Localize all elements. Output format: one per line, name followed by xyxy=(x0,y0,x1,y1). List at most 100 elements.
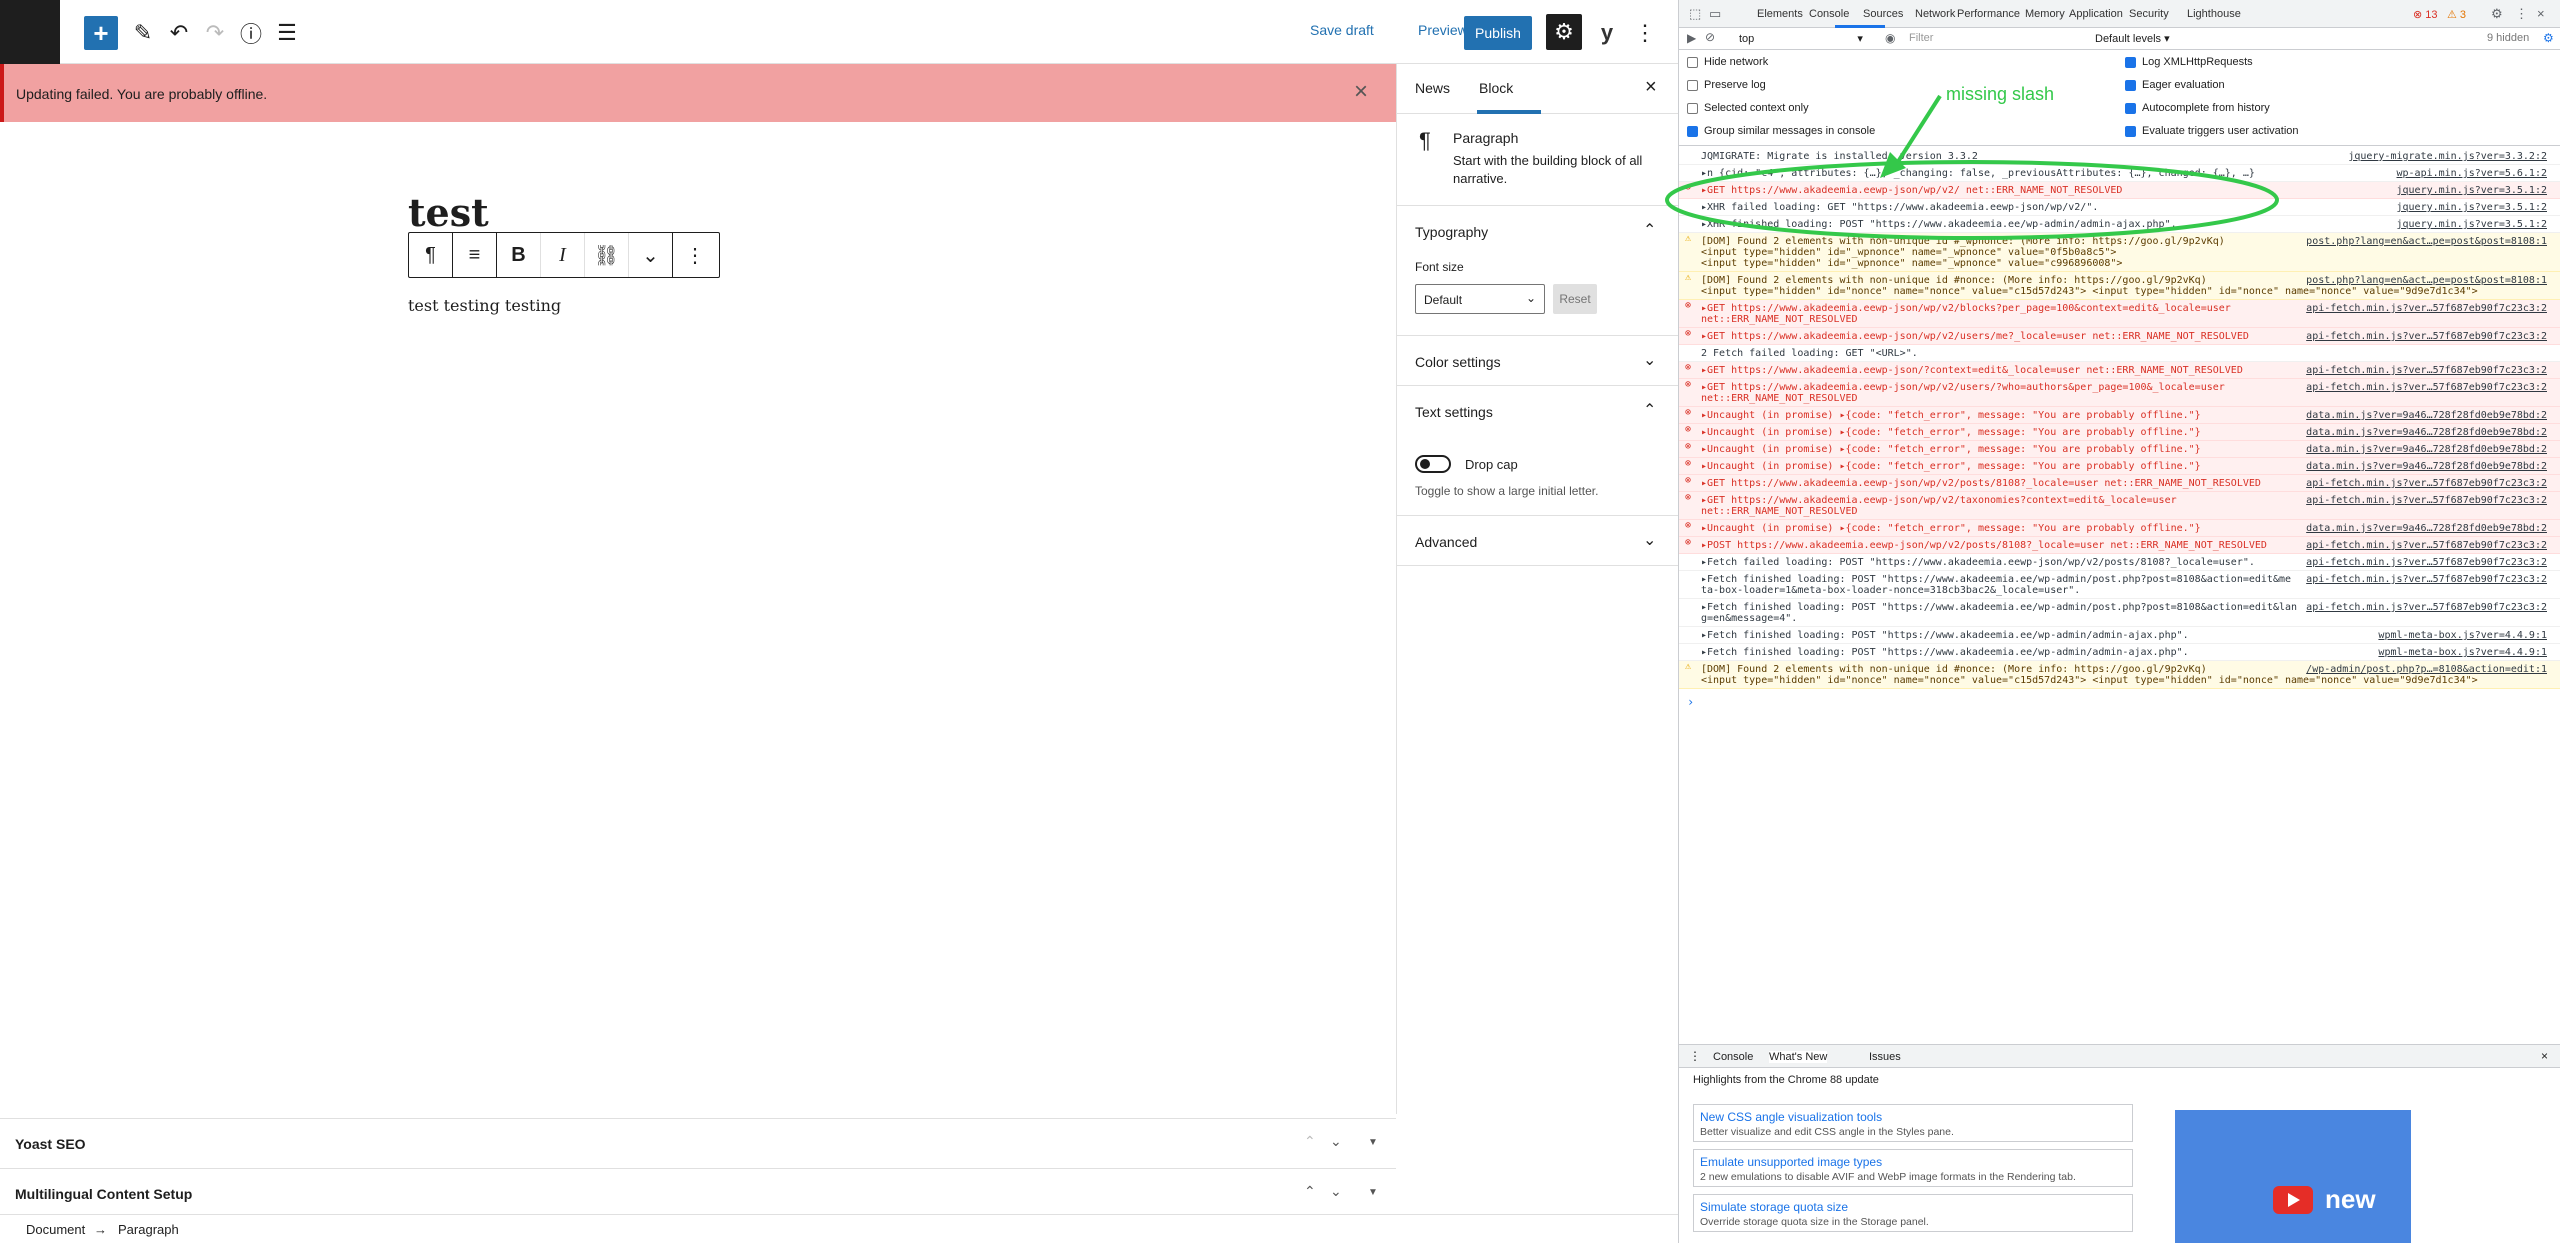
console-message[interactable]: ▸Fetch failed loading: POST "https://www… xyxy=(1679,554,2560,571)
tab-console[interactable]: Console xyxy=(1809,8,1849,20)
console-source-link[interactable]: data.min.js?ver=9a46…728f28fd0eb9e78bd:2 xyxy=(2306,461,2547,472)
drawer-menu-icon[interactable]: ⋮ xyxy=(1689,1049,1701,1063)
sidebar-toggle-icon[interactable]: ▶ xyxy=(1687,31,1696,45)
console-source-link[interactable]: wpml-meta-box.js?ver=4.4.9:1 xyxy=(2378,647,2547,658)
console-message[interactable]: JQMIGRATE: Migrate is installed, version… xyxy=(1679,148,2560,165)
console-source-link[interactable]: api-fetch.min.js?ver…57f687eb90f7c23c3:2 xyxy=(2306,365,2547,376)
more-options-icon[interactable]: ⋮ xyxy=(2515,6,2528,22)
console-message[interactable]: ⊗ ▸Uncaught (in promise) ▸{code: "fetch_e… xyxy=(1679,458,2560,475)
card-title[interactable]: New CSS angle visualization tools xyxy=(1700,1110,1882,1124)
console-message[interactable]: ⊗ ▸GET https://www.akadeemia.eewp-json/wp… xyxy=(1679,328,2560,345)
inspect-icon[interactable]: ⬚ xyxy=(1689,6,1701,22)
whats-new-card[interactable]: Emulate unsupported image types 2 new emu… xyxy=(1693,1149,2133,1187)
console-source-link[interactable]: api-fetch.min.js?ver…57f687eb90f7c23c3:2 xyxy=(2306,303,2547,314)
warning-count-badge[interactable]: ⚠ 3 xyxy=(2447,8,2466,21)
console-setting-checkbox[interactable]: Selected context only xyxy=(1687,102,1809,114)
checkbox-icon[interactable] xyxy=(1687,56,1698,68)
preview-button[interactable]: Preview xyxy=(1418,22,1468,38)
console-setting-checkbox[interactable]: Log XMLHttpRequests xyxy=(2125,56,2253,68)
console-source-link[interactable]: api-fetch.min.js?ver…57f687eb90f7c23c3:2 xyxy=(2306,540,2547,551)
close-icon[interactable]: × xyxy=(1354,78,1368,106)
console-message[interactable]: ⚠ [DOM] Found 2 elements with non-unique … xyxy=(1679,661,2560,689)
tab-elements[interactable]: Elements xyxy=(1757,8,1803,20)
console-setting-checkbox[interactable]: Group similar messages in console xyxy=(1687,125,1875,137)
console-settings-gear-icon[interactable]: ⚙ xyxy=(2543,31,2554,45)
console-setting-checkbox[interactable]: Autocomplete from history xyxy=(2125,102,2270,114)
console-message[interactable]: ▸n {cid: "c4", attributes: {…}, _changin… xyxy=(1679,165,2560,182)
clear-console-icon[interactable]: ⊘ xyxy=(1705,30,1715,44)
console-message[interactable]: ⊗ ▸GET https://www.akadeemia.eewp-json/wp… xyxy=(1679,182,2560,199)
console-message[interactable]: ⊗ ▸Uncaught (in promise) ▸{code: "fetch_e… xyxy=(1679,520,2560,537)
checkbox-icon[interactable] xyxy=(2125,56,2136,68)
tab-block[interactable]: Block xyxy=(1479,80,1513,96)
console-message[interactable]: ⊗ ▸Uncaught (in promise) ▸{code: "fetch_e… xyxy=(1679,407,2560,424)
close-icon[interactable]: × xyxy=(2537,6,2545,21)
console-message[interactable]: ▸Fetch finished loading: POST "https://w… xyxy=(1679,599,2560,627)
pencil-icon[interactable]: ✎ xyxy=(126,16,160,50)
toggle-arrow-icon[interactable]: ▼ xyxy=(1368,1187,1378,1198)
gear-icon[interactable]: ⚙ xyxy=(2491,6,2503,22)
metabox-yoast[interactable]: Yoast SEO ⌃ ⌄ ▼ xyxy=(0,1118,1396,1168)
console-message[interactable]: ⚠ [DOM] Found 2 elements with non-unique … xyxy=(1679,272,2560,300)
console-source-link[interactable]: jquery.min.js?ver=3.5.1:2 xyxy=(2396,202,2547,213)
youtube-play-icon[interactable] xyxy=(2273,1186,2313,1214)
link-icon[interactable]: ⛓ xyxy=(585,233,629,277)
tab-lighthouse[interactable]: Lighthouse xyxy=(2187,8,2241,20)
console-setting-checkbox[interactable]: Preserve log xyxy=(1687,79,1766,91)
close-icon[interactable]: × xyxy=(1645,76,1657,99)
console-source-link[interactable]: data.min.js?ver=9a46…728f28fd0eb9e78bd:2 xyxy=(2306,410,2547,421)
console-source-link[interactable]: /wp-admin/post.php?p…=8108&action=edit:1 xyxy=(2306,664,2547,675)
console-setting-checkbox[interactable]: Eager evaluation xyxy=(2125,79,2225,91)
breadcrumb-document[interactable]: Document xyxy=(26,1222,85,1237)
card-title[interactable]: Simulate storage quota size xyxy=(1700,1200,1848,1214)
chevron-up-icon[interactable]: ⌃ xyxy=(1304,1183,1316,1200)
panel-advanced[interactable]: Advanced ⌄ xyxy=(1397,516,1681,566)
console-source-link[interactable]: api-fetch.min.js?ver…57f687eb90f7c23c3:2 xyxy=(2306,331,2547,342)
console-setting-checkbox[interactable]: Evaluate triggers user activation xyxy=(2125,125,2299,137)
console-source-link[interactable]: wp-api.min.js?ver=5.6.1:2 xyxy=(2396,168,2547,179)
checkbox-icon[interactable] xyxy=(2125,125,2136,137)
checkbox-icon[interactable] xyxy=(2125,79,2136,91)
console-filter-input[interactable]: Filter xyxy=(1905,30,2075,47)
font-size-select[interactable]: Default ⌄ xyxy=(1415,284,1545,314)
console-source-link[interactable]: wpml-meta-box.js?ver=4.4.9:1 xyxy=(2378,630,2547,641)
console-source-link[interactable]: api-fetch.min.js?ver…57f687eb90f7c23c3:2 xyxy=(2306,495,2547,506)
checkbox-icon[interactable] xyxy=(1687,79,1698,91)
paragraph-icon[interactable]: ¶ xyxy=(409,233,453,277)
console-source-link[interactable]: data.min.js?ver=9a46…728f28fd0eb9e78bd:2 xyxy=(2306,523,2547,534)
breadcrumb-paragraph[interactable]: Paragraph xyxy=(118,1222,179,1237)
tab-security[interactable]: Security xyxy=(2129,8,2169,20)
yoast-icon[interactable]: y xyxy=(1590,16,1624,50)
tab-application[interactable]: Application xyxy=(2069,8,2123,20)
list-view-icon[interactable]: ☰ xyxy=(270,16,304,50)
checkbox-icon[interactable] xyxy=(1687,102,1698,114)
checkbox-icon[interactable] xyxy=(1687,125,1698,137)
wordpress-logo[interactable] xyxy=(0,0,60,64)
chevron-down-icon[interactable]: ⌄ xyxy=(1330,1183,1342,1200)
console-message[interactable]: ▸XHR finished loading: POST "https://www… xyxy=(1679,216,2560,233)
chevron-down-icon[interactable]: ⌄ xyxy=(1643,530,1656,550)
whats-new-card[interactable]: Simulate storage quota size Override stor… xyxy=(1693,1194,2133,1232)
tab-memory[interactable]: Memory xyxy=(2025,8,2065,20)
drop-cap-toggle[interactable] xyxy=(1415,455,1451,473)
error-count-badge[interactable]: ⊗ 13 xyxy=(2413,8,2438,21)
console-message[interactable]: ⊗ ▸Uncaught (in promise) ▸{code: "fetch_e… xyxy=(1679,441,2560,458)
more-options-icon[interactable]: ⋮ xyxy=(1630,16,1660,50)
italic-icon[interactable]: I xyxy=(541,233,585,277)
console-message[interactable]: ⊗ ▸GET https://www.akadeemia.eewp-json/wp… xyxy=(1679,379,2560,407)
metabox-multilingual[interactable]: Multilingual Content Setup ⌃ ⌄ ▼ xyxy=(0,1168,1396,1218)
console-message[interactable]: ▸Fetch finished loading: POST "https://w… xyxy=(1679,571,2560,599)
console-source-link[interactable]: post.php?lang=en&act…pe=post&post=8108:1 xyxy=(2306,236,2547,247)
console-message[interactable]: ⊗ ▸POST https://www.akadeemia.eewp-json/w… xyxy=(1679,537,2560,554)
undo-icon[interactable]: ↶ xyxy=(162,16,196,50)
console-message[interactable]: ⊗ ▸GET https://www.akadeemia.eewp-json/wp… xyxy=(1679,492,2560,520)
whats-new-video-thumbnail[interactable]: new xyxy=(2175,1110,2411,1243)
redo-icon[interactable]: ↷ xyxy=(198,16,232,50)
console-message[interactable]: ▸Fetch finished loading: POST "https://w… xyxy=(1679,627,2560,644)
device-toggle-icon[interactable]: ▭ xyxy=(1709,6,1721,22)
drawer-tab-console[interactable]: Console xyxy=(1713,1051,1753,1063)
whats-new-card[interactable]: New CSS angle visualization tools Better … xyxy=(1693,1104,2133,1142)
console-message[interactable]: ▸Fetch finished loading: POST "https://w… xyxy=(1679,644,2560,661)
console-source-link[interactable]: api-fetch.min.js?ver…57f687eb90f7c23c3:2 xyxy=(2306,602,2547,613)
chevron-up-icon[interactable]: ⌃ xyxy=(1643,220,1656,240)
